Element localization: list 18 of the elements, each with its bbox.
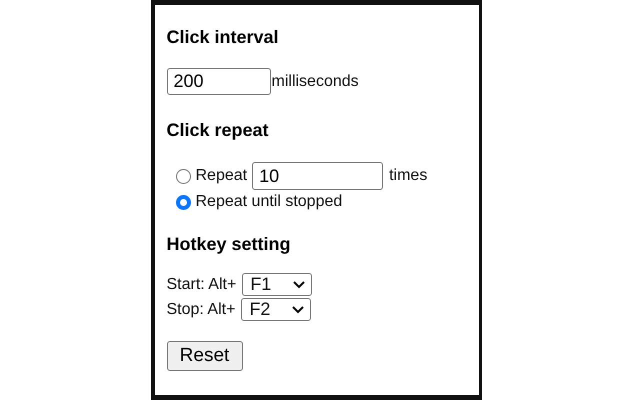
interval-field[interactable]: 200 xyxy=(166,68,270,95)
section-heading: Hotkey setting xyxy=(166,234,292,255)
radio-label: Repeat xyxy=(196,167,248,185)
hotkey-dropdown[interactable]: F2 xyxy=(241,298,312,321)
hotkey-dropdown[interactable]: F1 xyxy=(242,273,312,296)
chevron-down-icon xyxy=(292,306,304,314)
radio-label: Repeat until stopped xyxy=(196,193,342,211)
radio-button[interactable] xyxy=(176,168,190,184)
radio-button[interactable] xyxy=(176,194,190,210)
unit-label: times xyxy=(389,167,428,185)
reset-button[interactable]: Reset xyxy=(166,341,242,371)
repeat-count-field[interactable]: 10 xyxy=(252,162,384,190)
hotkey-label: Stop: Alt+ xyxy=(166,300,236,318)
section-heading: Click interval xyxy=(166,27,280,48)
section-heading: Click repeat xyxy=(166,120,270,141)
unit-label: milliseconds xyxy=(272,72,359,90)
hotkey-label: Start: Alt+ xyxy=(166,276,236,294)
chevron-down-icon xyxy=(293,280,306,288)
